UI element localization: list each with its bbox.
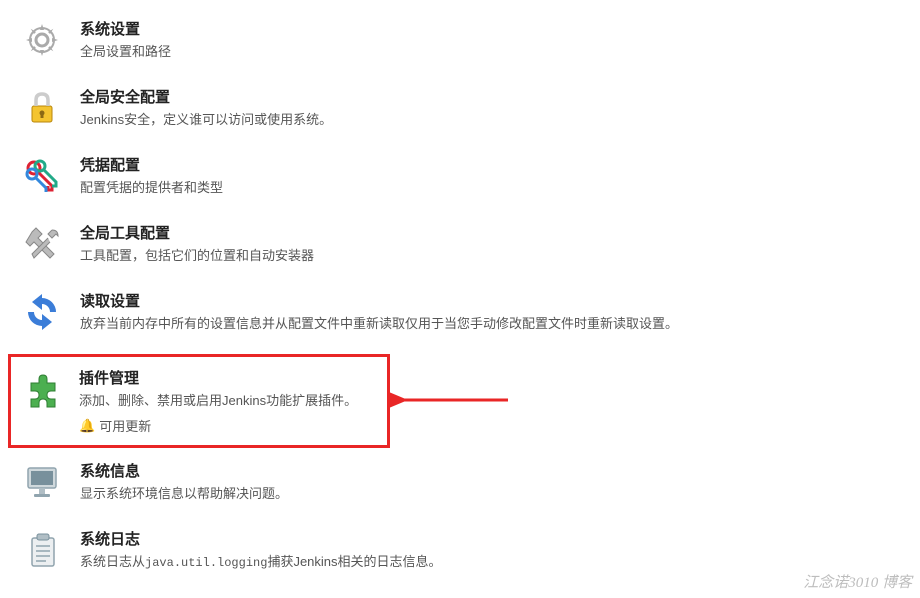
puzzle-icon xyxy=(19,367,63,411)
menu-desc: 放弃当前内存中所有的设置信息并从配置文件中重新读取仅用于当您手动修改配置文件时重… xyxy=(80,315,920,333)
menu-desc: 系统日志从java.util.logging捕获Jenkins相关的日志信息。 xyxy=(80,553,920,572)
keys-icon xyxy=(20,154,64,198)
menu-title: 全局工具配置 xyxy=(80,222,920,243)
menu-desc: Jenkins安全，定义谁可以访问或使用系统。 xyxy=(80,111,920,129)
watermark: 江念诺3010 博客 xyxy=(803,571,912,592)
clipboard-icon xyxy=(20,528,64,572)
lock-icon xyxy=(20,86,64,130)
menu-item-global-security[interactable]: 全局安全配置 Jenkins安全，定义谁可以访问或使用系统。 xyxy=(20,86,920,130)
menu-title: 系统设置 xyxy=(80,18,920,39)
menu-item-credentials-config[interactable]: 凭据配置 配置凭据的提供者和类型 xyxy=(20,154,920,198)
menu-item-global-tools[interactable]: 全局工具配置 工具配置，包括它们的位置和自动安装器 xyxy=(20,222,920,266)
menu-item-system-info[interactable]: 系统信息 显示系统环境信息以帮助解决问题。 xyxy=(20,460,920,504)
update-text: 可用更新 xyxy=(99,416,151,435)
tools-icon xyxy=(20,222,64,266)
menu-text: 系统设置 全局设置和路径 xyxy=(80,18,920,61)
reload-icon xyxy=(20,290,64,334)
menu-title: 系统日志 xyxy=(80,528,920,549)
monitor-icon xyxy=(20,460,64,504)
menu-desc: 全局设置和路径 xyxy=(80,43,920,61)
menu-item-system-log[interactable]: 系统日志 系统日志从java.util.logging捕获Jenkins相关的日… xyxy=(20,528,920,572)
menu-text: 插件管理 添加、删除、禁用或启用Jenkins功能扩展插件。 🔔 可用更新 xyxy=(79,367,379,435)
menu-text: 凭据配置 配置凭据的提供者和类型 xyxy=(80,154,920,197)
menu-text: 读取设置 放弃当前内存中所有的设置信息并从配置文件中重新读取仅用于当您手动修改配… xyxy=(80,290,920,333)
gear-icon xyxy=(20,18,64,62)
menu-title: 全局安全配置 xyxy=(80,86,920,107)
menu-desc: 工具配置，包括它们的位置和自动安装器 xyxy=(80,247,920,265)
menu-desc: 配置凭据的提供者和类型 xyxy=(80,179,920,197)
bell-icon: 🔔 xyxy=(79,418,95,434)
menu-text: 全局安全配置 Jenkins安全，定义谁可以访问或使用系统。 xyxy=(80,86,920,129)
menu-item-system-config[interactable]: 系统设置 全局设置和路径 xyxy=(20,18,920,62)
menu-title: 插件管理 xyxy=(79,367,379,388)
menu-text: 系统日志 系统日志从java.util.logging捕获Jenkins相关的日… xyxy=(80,528,920,572)
menu-desc: 添加、删除、禁用或启用Jenkins功能扩展插件。 xyxy=(79,392,379,410)
menu-item-reload-config[interactable]: 读取设置 放弃当前内存中所有的设置信息并从配置文件中重新读取仅用于当您手动修改配… xyxy=(20,290,920,334)
jenkins-manage-menu: 系统设置 全局设置和路径 全局安全配置 Jenkins安全，定义谁可以访问或使用… xyxy=(0,0,920,572)
menu-text: 系统信息 显示系统环境信息以帮助解决问题。 xyxy=(80,460,920,503)
menu-title: 系统信息 xyxy=(80,460,920,481)
menu-desc: 显示系统环境信息以帮助解决问题。 xyxy=(80,485,920,503)
menu-item-plugin-manager[interactable]: 插件管理 添加、删除、禁用或启用Jenkins功能扩展插件。 🔔 可用更新 xyxy=(8,354,390,448)
menu-title: 凭据配置 xyxy=(80,154,920,175)
update-available: 🔔 可用更新 xyxy=(79,416,379,435)
menu-title: 读取设置 xyxy=(80,290,920,311)
menu-text: 全局工具配置 工具配置，包括它们的位置和自动安装器 xyxy=(80,222,920,265)
